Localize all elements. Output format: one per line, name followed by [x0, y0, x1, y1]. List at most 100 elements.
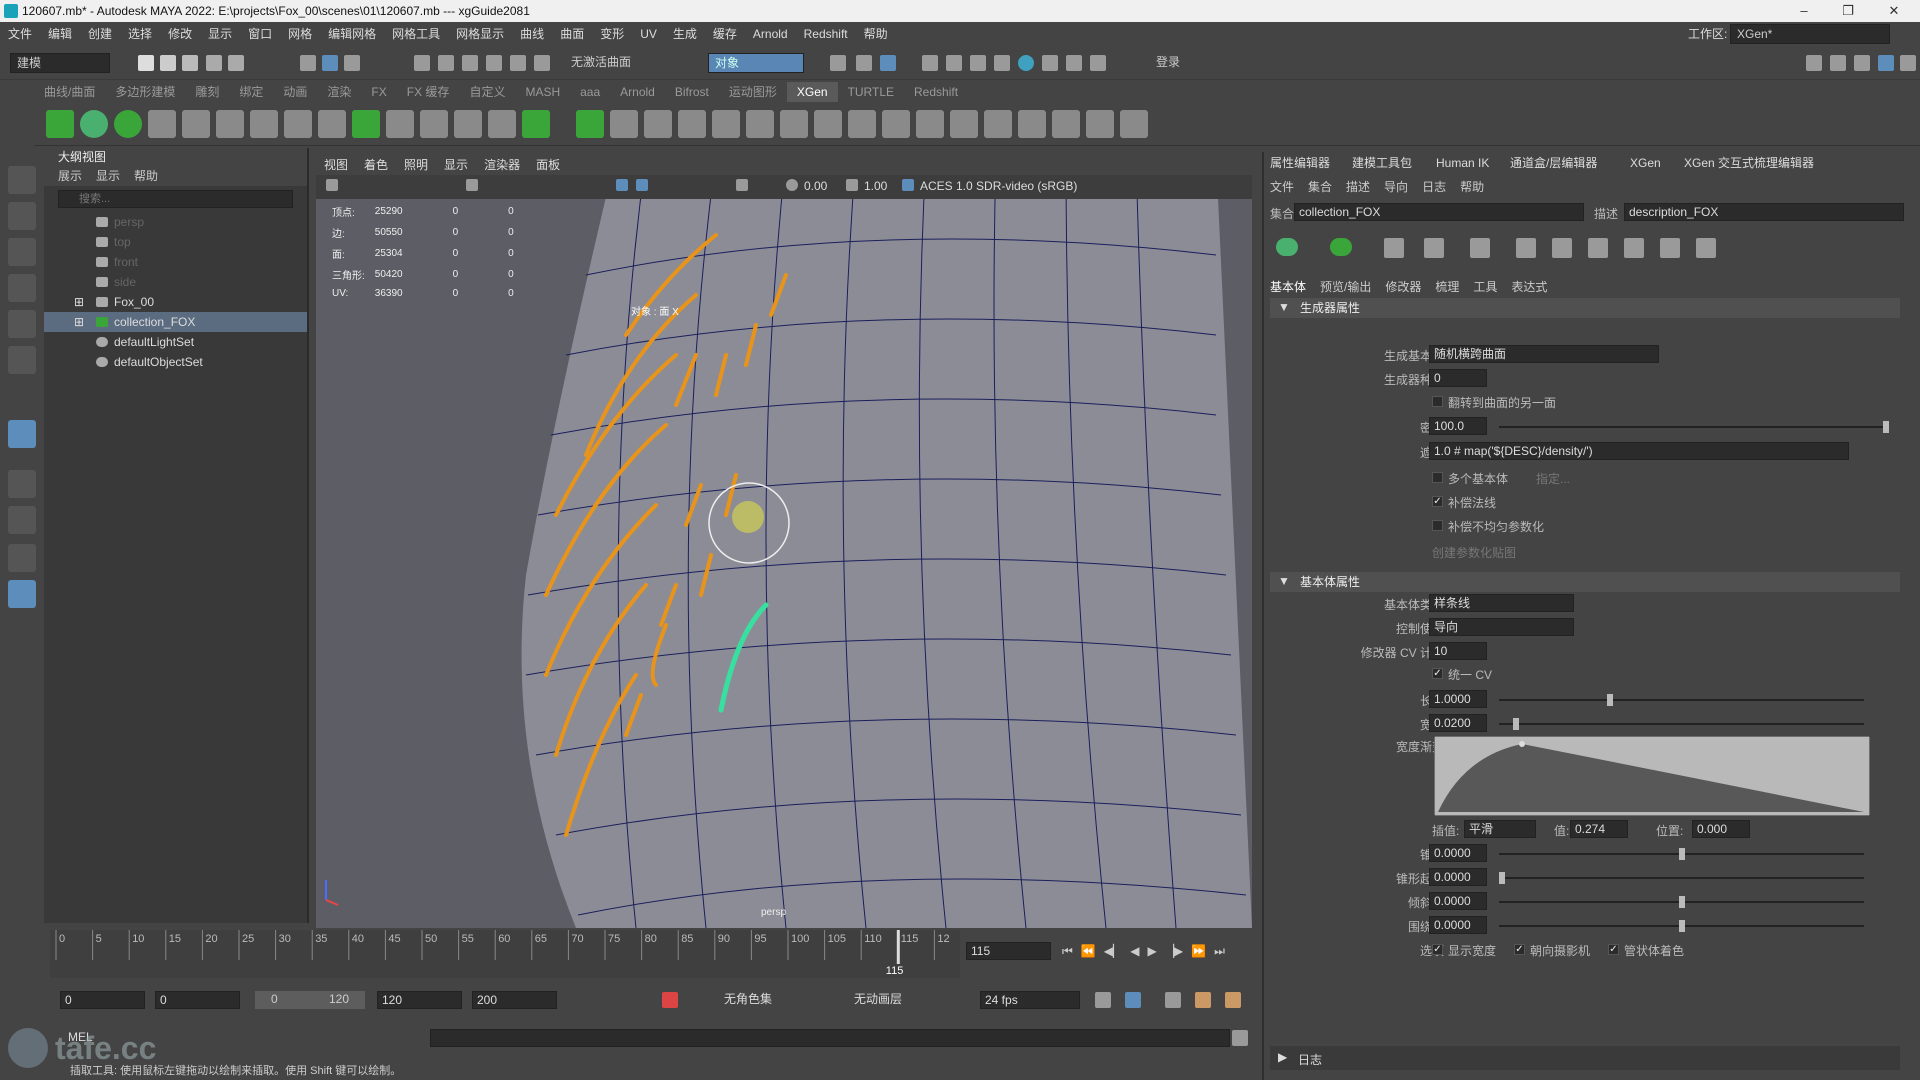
- menu-curves[interactable]: 曲线: [512, 22, 552, 46]
- render-setup-icon[interactable]: [1042, 55, 1058, 71]
- width-slider[interactable]: [1499, 718, 1864, 730]
- outliner-menu-help[interactable]: 帮助: [134, 166, 158, 186]
- tab-attribute-editor[interactable]: 属性编辑器: [1270, 152, 1330, 174]
- login-dropdown[interactable]: 登录: [1150, 53, 1270, 73]
- ramp-pos-field[interactable]: 0.000: [1692, 820, 1750, 838]
- menu-arnold[interactable]: Arnold: [745, 22, 796, 46]
- mask-field[interactable]: 1.0 # map('${DESC}/density/'): [1429, 442, 1849, 460]
- outliner-item[interactable]: ⊞ collection_FOX: [44, 312, 307, 332]
- workspace-dropdown[interactable]: XGen*: [1730, 24, 1890, 44]
- loop-icon[interactable]: [1095, 992, 1111, 1008]
- light-editor-icon[interactable]: [1066, 55, 1082, 71]
- anim-layer-dropdown[interactable]: 无动画层: [850, 991, 970, 1009]
- vp-menu-lighting[interactable]: 照明: [396, 155, 436, 175]
- lasso-tool-icon[interactable]: [8, 202, 36, 230]
- tool-settings-icon[interactable]: [1878, 55, 1894, 71]
- taper-start-field[interactable]: 0.0000: [1429, 868, 1487, 886]
- menu-mesh-display[interactable]: 网格显示: [448, 22, 512, 46]
- shelf-tab-bifrost[interactable]: Bifrost: [665, 82, 719, 102]
- shelf-tab-xgen[interactable]: XGen: [786, 82, 838, 102]
- outliner-item[interactable]: defaultObjectSet: [44, 352, 307, 372]
- collection-dropdown[interactable]: collection_FOX: [1294, 203, 1584, 221]
- shelf-tab-fx-cache[interactable]: FX 缓存: [397, 82, 460, 102]
- layout-outliner-icon[interactable]: [8, 580, 36, 608]
- create-map-button[interactable]: 创建参数化贴图: [1432, 544, 1516, 561]
- live-surface-field[interactable]: 无激活曲面: [565, 53, 675, 73]
- step-back-frame-icon[interactable]: ◀▏: [1104, 944, 1122, 958]
- vp-menu-show[interactable]: 显示: [436, 155, 476, 175]
- igroom-brush-11-icon[interactable]: [984, 110, 1012, 138]
- subtab-modifiers[interactable]: 修改器: [1385, 278, 1421, 295]
- guide-bake-icon[interactable]: [1696, 238, 1716, 258]
- exposure-value[interactable]: 0.00: [804, 179, 827, 193]
- output-ops-icon[interactable]: [856, 55, 872, 71]
- igroom-place-icon[interactable]: [610, 110, 638, 138]
- menu-create[interactable]: 创建: [80, 22, 120, 46]
- xgen-menu-log[interactable]: 日志: [1422, 178, 1446, 195]
- ramp-value-field[interactable]: 0.274: [1570, 820, 1628, 838]
- outliner-menu-show[interactable]: 展示: [58, 166, 82, 186]
- tab-xgen[interactable]: XGen: [1630, 152, 1661, 174]
- playback-end-field[interactable]: 120: [377, 991, 462, 1009]
- command-input[interactable]: [430, 1029, 1230, 1047]
- guide-length-tool-icon[interactable]: [1470, 238, 1490, 258]
- primitive-section-header[interactable]: 基本体属性: [1270, 572, 1900, 592]
- guide-clump-icon[interactable]: [420, 110, 448, 138]
- construction-history-icon[interactable]: [880, 55, 896, 71]
- taper-start-slider[interactable]: [1499, 872, 1864, 884]
- guide-rebuild-icon[interactable]: [1624, 238, 1644, 258]
- step-forward-frame-icon[interactable]: ▕▶: [1165, 944, 1183, 958]
- shelf-tab-rigging[interactable]: 绑定: [229, 82, 273, 102]
- subtab-preview-output[interactable]: 预览/输出: [1320, 278, 1371, 295]
- new-scene-icon[interactable]: [138, 55, 154, 71]
- show-width-checkbox[interactable]: ✓: [1432, 944, 1443, 955]
- menu-select[interactable]: 选择: [120, 22, 160, 46]
- tab-human-ik[interactable]: Human IK: [1436, 152, 1489, 174]
- add-guide-tool-icon[interactable]: [1384, 238, 1404, 258]
- igroom-brush-8-icon[interactable]: [882, 110, 910, 138]
- igroom-brush-12-icon[interactable]: [1018, 110, 1046, 138]
- channel-box-icon[interactable]: [1900, 55, 1916, 71]
- paint-select-tool-icon[interactable]: [8, 238, 36, 266]
- generator-primitive-dropdown[interactable]: 随机横跨曲面: [1429, 345, 1659, 363]
- render-view-icon[interactable]: [922, 55, 938, 71]
- taper-field[interactable]: 0.0000: [1429, 844, 1487, 862]
- color-management-icon[interactable]: [902, 179, 914, 191]
- igroom-brush-3-icon[interactable]: [712, 110, 740, 138]
- grid-toggle-icon[interactable]: [466, 179, 478, 191]
- primitive-type-dropdown[interactable]: 样条线: [1429, 594, 1574, 612]
- menu-generate[interactable]: 生成: [665, 22, 705, 46]
- render-settings-icon[interactable]: [994, 55, 1010, 71]
- play-forward-icon[interactable]: ▶: [1147, 944, 1156, 958]
- xgen-editor-icon[interactable]: [46, 110, 74, 138]
- igroom-brush-9-icon[interactable]: [916, 110, 944, 138]
- go-to-end-icon[interactable]: ⏭: [1214, 944, 1225, 959]
- guide-flip-icon[interactable]: [1660, 238, 1680, 258]
- igroom-brush-15-icon[interactable]: [1120, 110, 1148, 138]
- select-tool-icon[interactable]: [8, 166, 36, 194]
- menu-windows[interactable]: 窗口: [240, 22, 280, 46]
- render-frame-icon[interactable]: [946, 55, 962, 71]
- unify-cv-checkbox[interactable]: ✓: [1432, 668, 1443, 679]
- guide-cut-icon[interactable]: [454, 110, 482, 138]
- isolate-icon[interactable]: [736, 179, 748, 191]
- hypershade-icon[interactable]: [1018, 55, 1034, 71]
- xgen-description-icon[interactable]: [114, 110, 142, 138]
- length-field[interactable]: 1.0000: [1429, 690, 1487, 708]
- scene-end-field[interactable]: 200: [472, 991, 557, 1009]
- shelf-tab-motion-graphics[interactable]: 运动图形: [719, 82, 787, 102]
- guide-cv-icon[interactable]: [250, 110, 278, 138]
- seed-field[interactable]: 0: [1429, 369, 1487, 387]
- flip-checkbox[interactable]: [1432, 396, 1443, 407]
- outliner-search-input[interactable]: 搜索...: [58, 190, 293, 208]
- igroom-brush-2-icon[interactable]: [678, 110, 706, 138]
- guide-normal-tool-icon[interactable]: [1516, 238, 1536, 258]
- xgen-menu-collection[interactable]: 集合: [1308, 178, 1332, 195]
- rotate-tool-icon[interactable]: [8, 310, 36, 338]
- open-scene-icon[interactable]: [160, 55, 176, 71]
- xgen-menu-file[interactable]: 文件: [1270, 178, 1294, 195]
- guide-comb-icon[interactable]: [318, 110, 346, 138]
- smooth-shade-icon[interactable]: [636, 179, 648, 191]
- length-slider[interactable]: [1499, 694, 1864, 706]
- shelf-tab-rendering[interactable]: 渲染: [317, 82, 361, 102]
